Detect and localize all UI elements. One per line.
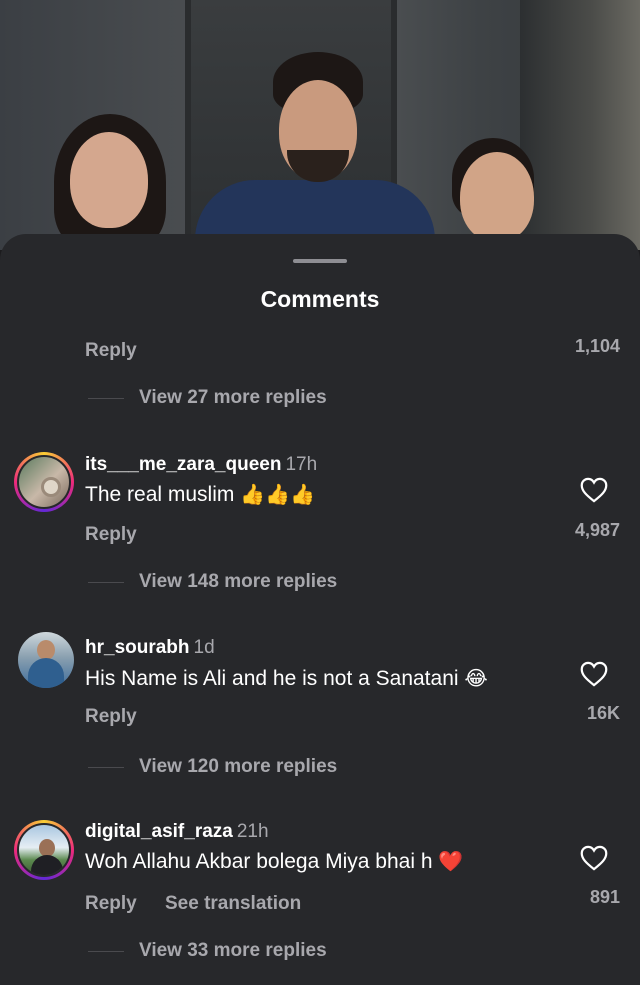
view-replies-label: View 120 more replies (139, 756, 338, 777)
heart-outline-icon[interactable] (580, 845, 608, 871)
avatar[interactable] (18, 632, 74, 688)
comment-text: His Name is Ali and he is not a Sanatani… (85, 666, 488, 690)
view-replies-button[interactable]: View 148 more replies (88, 571, 337, 593)
view-replies-label: View 27 more replies (139, 387, 327, 408)
comment-username[interactable]: hr_sourabh 1d (85, 637, 215, 659)
like-count: 4,987 (574, 520, 620, 540)
comment-timestamp: 17h (285, 454, 318, 475)
like-count: 891 (589, 887, 620, 907)
laughing-emoji: 😂 (464, 666, 488, 690)
divider-line (88, 766, 124, 768)
comment-timestamp: 21h (236, 821, 269, 842)
avatar[interactable] (14, 452, 74, 512)
thumbs-up-emoji: 👍👍👍 (240, 482, 315, 506)
comment-text: The real muslim 👍👍👍 (85, 482, 315, 506)
sheet-title: Comments (260, 286, 380, 312)
drag-handle[interactable] (293, 259, 347, 263)
red-heart-emoji: ❤️ (438, 849, 464, 873)
reply-button[interactable]: Reply (85, 340, 137, 362)
comment-text: Woh Allahu Akbar bolega Miya bhai h ❤️ (85, 849, 464, 873)
comment-timestamp: 1d (193, 637, 215, 658)
view-replies-button[interactable]: View 120 more replies (88, 756, 337, 778)
divider-line (88, 397, 124, 399)
reply-button[interactable]: Reply (85, 524, 137, 546)
avatar[interactable] (14, 820, 74, 880)
person-center (195, 50, 435, 250)
see-translation-button[interactable]: See translation (165, 893, 301, 915)
reply-button[interactable]: Reply (85, 706, 137, 728)
view-replies-label: View 148 more replies (139, 571, 338, 592)
view-replies-button[interactable]: View 33 more replies (88, 940, 327, 962)
person-left (40, 110, 180, 250)
video-frame (0, 0, 640, 250)
reply-button[interactable]: Reply (85, 893, 137, 915)
heart-outline-icon[interactable] (580, 661, 608, 687)
divider-line (88, 950, 124, 952)
like-count: 16K (586, 703, 620, 723)
comments-sheet: Comments Reply 1,104 View 27 more replie… (0, 234, 640, 985)
view-replies-button[interactable]: View 27 more replies (88, 387, 327, 409)
like-count: 1,104 (574, 336, 620, 356)
view-replies-label: View 33 more replies (139, 940, 327, 961)
comment-username[interactable]: digital_asif_raza 21h (85, 821, 269, 843)
comment-username[interactable]: its___me_zara_queen 17h (85, 454, 317, 476)
divider-line (88, 581, 124, 583)
heart-outline-icon[interactable] (580, 477, 608, 503)
